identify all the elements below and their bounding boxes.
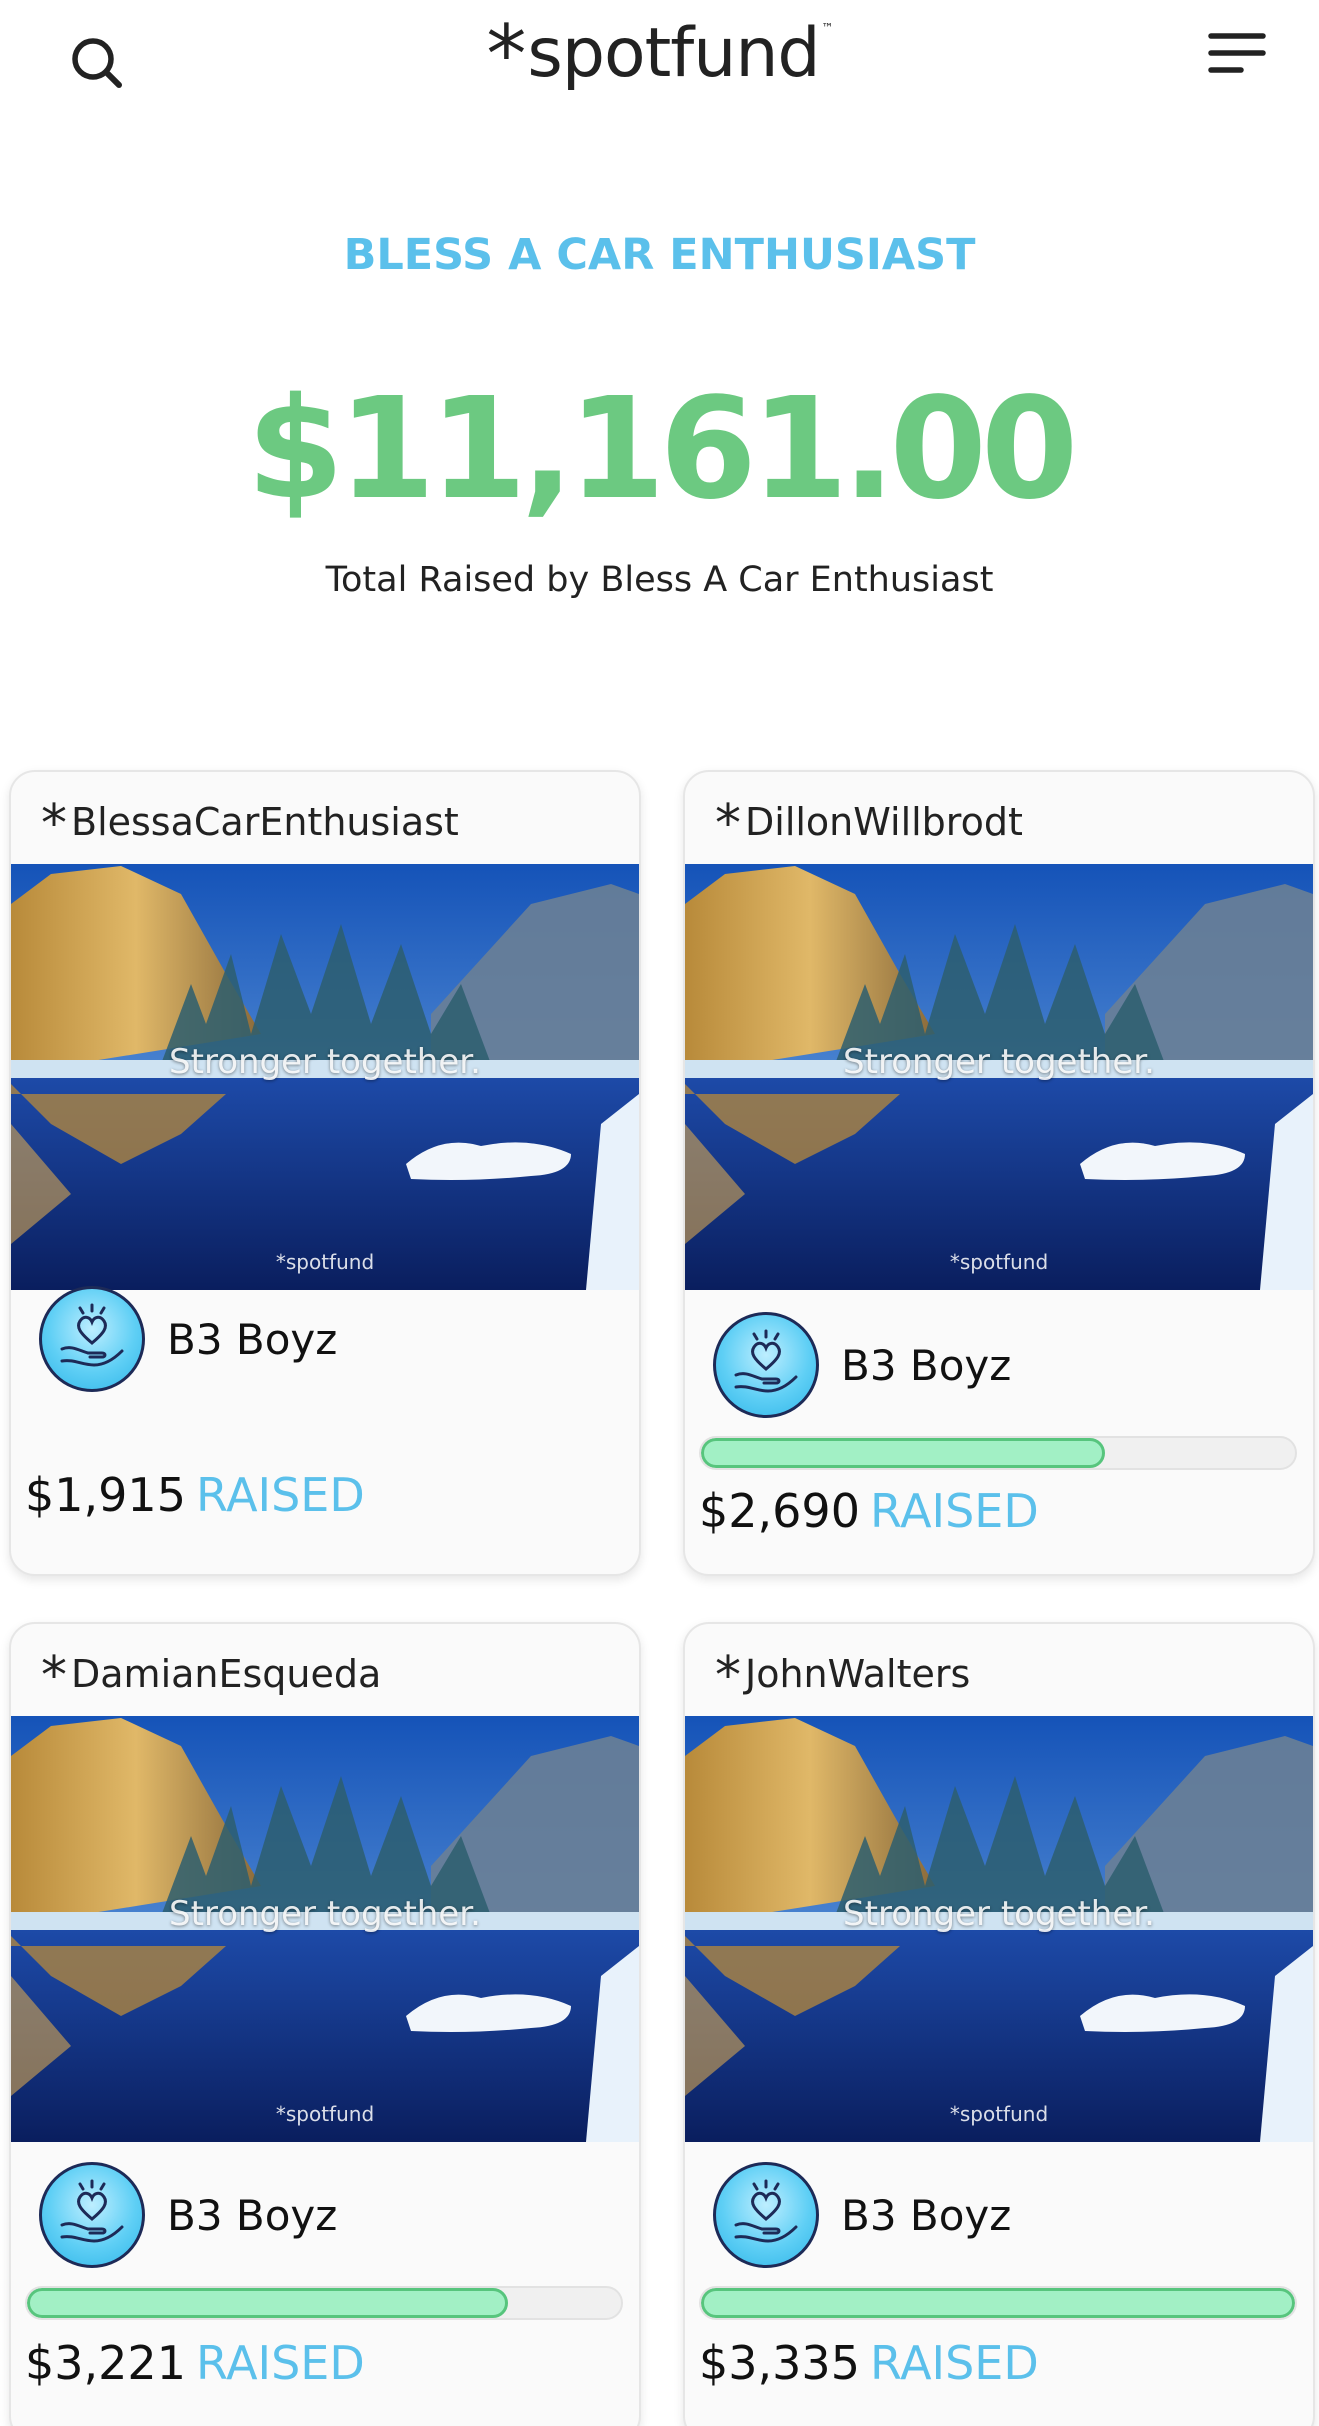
team-name: B3 Boyz xyxy=(167,2190,338,2240)
fundraiser-card[interactable]: * DillonWillbrodt Stronger together. *sp… xyxy=(683,770,1315,1576)
spotfund-logo[interactable]: *spotfund ™ xyxy=(0,8,1319,101)
heart-hand-icon xyxy=(60,2179,124,2243)
handle-asterisk: * xyxy=(715,1646,741,1706)
handle-name: JohnWalters xyxy=(745,1652,971,1696)
progress-bar xyxy=(699,1436,1297,1470)
raised-label: RAISED xyxy=(195,2336,365,2390)
handle-name: DillonWillbrodt xyxy=(745,800,1023,844)
team-avatar xyxy=(713,2162,819,2268)
team-name: B3 Boyz xyxy=(841,1340,1012,1390)
fundraiser-card[interactable]: * DamianEsqueda Stronger together. *spot… xyxy=(9,1622,641,2426)
card-image: Stronger together. *spotfund xyxy=(685,1716,1313,2142)
team-name: B3 Boyz xyxy=(167,1314,338,1364)
logo-text: spotfund xyxy=(527,14,820,93)
fundraiser-card[interactable]: * BlessaCarEnthusiast Stronger together.… xyxy=(9,770,641,1576)
heart-hand-icon xyxy=(60,1303,124,1367)
team-info: B3 Boyz xyxy=(713,1312,1011,1418)
card-image: Stronger together. *spotfund xyxy=(685,864,1313,1290)
card-handle: * JohnWalters xyxy=(685,1624,1313,1716)
team-avatar xyxy=(713,1312,819,1418)
raised-amount: $2,690 xyxy=(699,1484,860,1538)
team-info: B3 Boyz xyxy=(39,1286,337,1392)
handle-asterisk: * xyxy=(41,794,67,854)
image-caption: Stronger together. xyxy=(169,1042,481,1082)
menu-button[interactable] xyxy=(1202,22,1272,84)
fundraiser-card[interactable]: * JohnWalters Stronger together. *spotfu… xyxy=(683,1622,1315,2426)
hamburger-menu-icon xyxy=(1208,33,1266,73)
image-caption: Stronger together. xyxy=(843,1894,1155,1934)
raised-text: $3,221 RAISED xyxy=(25,2336,365,2390)
handle-asterisk: * xyxy=(41,1646,67,1706)
raised-text: $3,335 RAISED xyxy=(699,2336,1039,2390)
image-caption: Stronger together. xyxy=(169,1894,481,1934)
handle-name: BlessaCarEnthusiast xyxy=(71,800,459,844)
card-handle: * DillonWillbrodt xyxy=(685,772,1313,864)
image-watermark: *spotfund xyxy=(275,1250,375,1274)
progress-bar xyxy=(25,2286,623,2320)
progress-bar-fill xyxy=(27,2288,509,2318)
team-info: B3 Boyz xyxy=(713,2162,1011,2268)
raised-text: $1,915 RAISED xyxy=(25,1468,365,1522)
raised-amount: $1,915 xyxy=(25,1468,186,1522)
logo-star: * xyxy=(486,8,526,101)
card-image: Stronger together. *spotfund xyxy=(11,1716,639,2142)
logo-trademark: ™ xyxy=(821,21,834,35)
total-raised-amount: $11,161.00 xyxy=(246,368,1079,531)
raised-label: RAISED xyxy=(195,1468,365,1522)
image-watermark: *spotfund xyxy=(275,2102,375,2126)
campaign-title: BLESS A CAR ENTHUSIAST xyxy=(343,230,976,280)
heart-hand-icon xyxy=(734,1329,798,1393)
team-info: B3 Boyz xyxy=(39,2162,337,2268)
team-avatar xyxy=(39,2162,145,2268)
image-watermark: *spotfund xyxy=(949,1250,1049,1274)
image-watermark: *spotfund xyxy=(949,2102,1049,2126)
team-avatar xyxy=(39,1286,145,1392)
raised-amount: $3,221 xyxy=(25,2336,186,2390)
raised-label: RAISED xyxy=(869,2336,1039,2390)
handle-name: DamianEsqueda xyxy=(71,1652,382,1696)
handle-asterisk: * xyxy=(715,794,741,854)
progress-bar xyxy=(699,2286,1297,2320)
card-image: Stronger together. *spotfund xyxy=(11,864,639,1290)
heart-hand-icon xyxy=(734,2179,798,2243)
card-handle: * BlessaCarEnthusiast xyxy=(11,772,639,864)
card-handle: * DamianEsqueda xyxy=(11,1624,639,1716)
raised-label: RAISED xyxy=(869,1484,1039,1538)
progress-bar-fill xyxy=(701,2288,1295,2318)
total-raised-label: Total Raised by Bless A Car Enthusiast xyxy=(325,560,994,600)
top-bar: *spotfund ™ xyxy=(0,0,1319,125)
raised-text: $2,690 RAISED xyxy=(699,1484,1039,1538)
image-caption: Stronger together. xyxy=(843,1042,1155,1082)
team-name: B3 Boyz xyxy=(841,2190,1012,2240)
raised-amount: $3,335 xyxy=(699,2336,860,2390)
progress-bar-fill xyxy=(701,1438,1105,1468)
